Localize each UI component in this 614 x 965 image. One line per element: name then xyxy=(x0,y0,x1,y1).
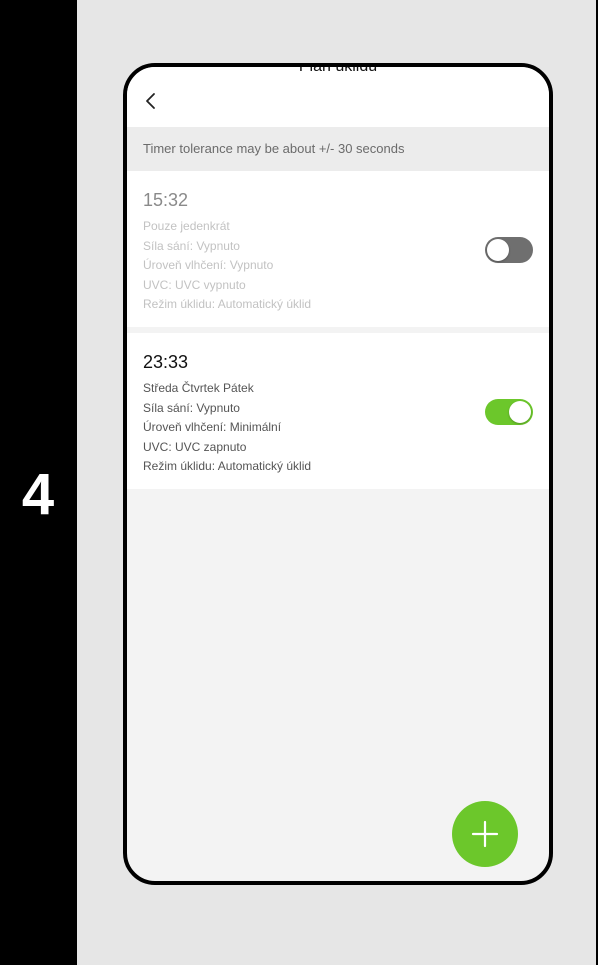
add-schedule-button[interactable] xyxy=(452,801,518,867)
timer-tolerance-notice: Timer tolerance may be about +/- 30 seco… xyxy=(127,127,549,171)
schedule-toggle[interactable] xyxy=(485,237,533,263)
chevron-left-icon xyxy=(146,93,155,109)
schedule-time: 23:33 xyxy=(143,352,189,372)
schedule-suction: Síla sání: Vypnuto xyxy=(143,400,240,415)
phone-screen: Plán úklidu Timer tolerance may be about… xyxy=(123,63,553,885)
toggle-knob xyxy=(487,239,509,261)
page-margin xyxy=(598,0,614,965)
schedule-repeat: Pouze jedenkrát xyxy=(143,219,230,233)
schedule-humidity: Úroveň vlhčení: Minimální xyxy=(143,420,282,434)
plus-icon xyxy=(471,820,499,848)
schedule-mode: Režim úklidu: Automatický úklid xyxy=(143,459,312,473)
app-header: Plán úklidu xyxy=(127,67,549,127)
schedule-item[interactable]: 15:32 Pouze jedenkrát Síla sání: Vypnuto… xyxy=(127,171,549,327)
step-number: 4 xyxy=(21,462,55,527)
schedule-repeat: Středa Čtvrtek Pátek xyxy=(143,381,254,395)
schedule-humidity: Úroveň vlhčení: Vypnuto xyxy=(143,258,274,272)
schedule-time: 15:32 xyxy=(143,190,189,210)
back-button[interactable] xyxy=(139,89,163,113)
schedule-item[interactable]: 23:33 Středa Čtvrtek Pátek Síla sání: Vy… xyxy=(127,333,549,489)
toggle-knob xyxy=(509,401,531,423)
schedule-toggle[interactable] xyxy=(485,399,533,425)
schedule-suction: Síla sání: Vypnuto xyxy=(143,238,240,253)
schedule-uvc: UVC: UVC zapnuto xyxy=(143,439,247,454)
step-column: 4 xyxy=(0,0,76,965)
schedule-mode: Režim úklidu: Automatický úklid xyxy=(143,297,312,311)
schedule-uvc: UVC: UVC vypnuto xyxy=(143,277,246,292)
